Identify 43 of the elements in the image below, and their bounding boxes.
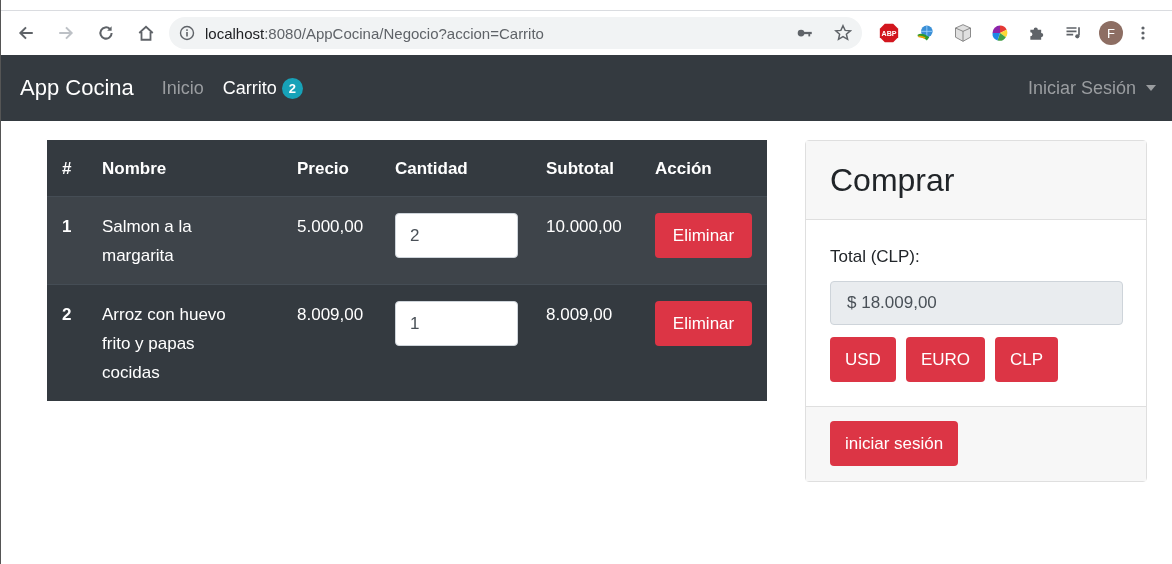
table-cell: Salmon a la margarita <box>102 196 297 285</box>
menu-icon[interactable] <box>1141 25 1145 41</box>
column-header: Subtotal <box>546 140 655 197</box>
star-icon[interactable] <box>834 24 852 42</box>
column-header: Nombre <box>102 140 297 197</box>
address-bar[interactable]: localhost:8080/AppCocina/Negocio?accion=Carrito <box>169 17 862 49</box>
column-header: Acción <box>655 140 767 197</box>
quantity-field[interactable]: 2 <box>395 213 518 258</box>
currency-button[interactable]: CLP <box>995 337 1059 382</box>
count-badge: 2 <box>281 77 304 99</box>
caret-icon <box>1146 85 1156 91</box>
color-wheel-icon[interactable] <box>990 23 1010 43</box>
table-cell: 2 <box>47 284 102 401</box>
home-icon[interactable] <box>137 24 155 42</box>
table-cell: 8.009,00 <box>297 284 395 401</box>
column-header: # <box>47 140 102 197</box>
quantity-field[interactable]: 1 <box>395 301 518 346</box>
cube-icon[interactable] <box>953 23 973 43</box>
total-label: Total (CLP): <box>830 247 921 267</box>
table-cell: Arroz con huevo frito y papas cocidas <box>102 284 297 401</box>
column-header: Precio <box>297 140 395 197</box>
reload-icon[interactable] <box>97 24 115 42</box>
total-field: $ 18.009,00 <box>830 281 1123 325</box>
nav-link[interactable]: Carrito <box>222 77 277 99</box>
login-button[interactable]: iniciar sesión <box>830 421 959 466</box>
info-icon[interactable] <box>179 25 195 41</box>
back-icon[interactable] <box>17 24 35 42</box>
delete-button[interactable]: Eliminar <box>655 213 752 258</box>
column-header: Cantidad <box>395 140 546 197</box>
table-cell: 8.009,00 <box>546 284 655 401</box>
brand-link[interactable]: App Cocina <box>20 75 134 101</box>
currency-button[interactable]: USD <box>830 337 896 382</box>
profile-avatar[interactable]: F <box>1099 21 1123 45</box>
nav-link[interactable]: Inicio <box>161 77 204 99</box>
globe-icon[interactable] <box>916 23 936 43</box>
delete-button[interactable]: Eliminar <box>655 301 752 346</box>
login-dropdown[interactable]: Iniciar Sesión <box>1027 77 1156 99</box>
table-cell: 10.000,00 <box>546 196 655 285</box>
currency-button[interactable]: EURO <box>905 337 986 382</box>
table-cell: 1 <box>47 196 102 285</box>
card-title: Comprar <box>830 161 955 199</box>
url-text: localhost:8080/AppCocina/Negocio?accion=Carrito <box>205 24 544 42</box>
table-cell: 5.000,00 <box>297 196 395 285</box>
